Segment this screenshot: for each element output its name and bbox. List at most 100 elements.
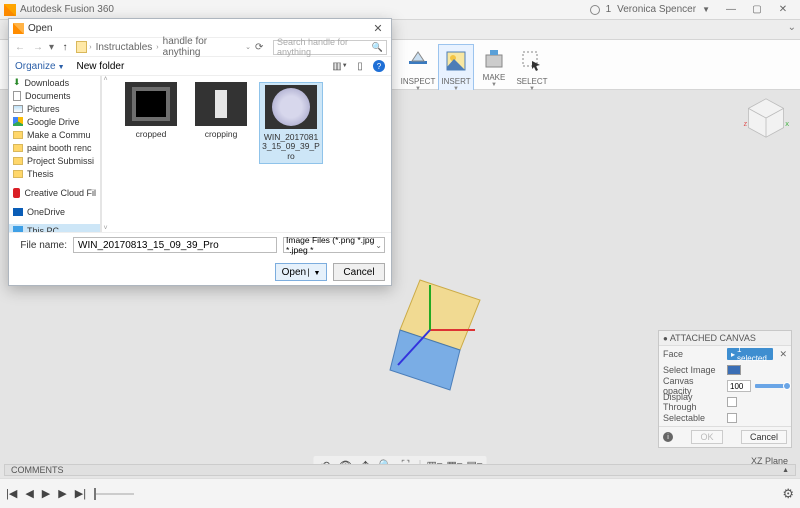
timeline-playhead[interactable] [94, 488, 96, 500]
face-clear-button[interactable]: ✕ [779, 349, 787, 360]
display-through-label: Display Through [663, 392, 723, 412]
dialog-app-icon [13, 23, 24, 34]
sidebar-item-pictures[interactable]: Pictures [9, 102, 100, 115]
sidebar-item-creative-cloud-fil[interactable]: Creative Cloud Fil [9, 186, 100, 199]
user-name: Veronica Spencer [617, 4, 696, 15]
sidebar-item-this-pc[interactable]: This PC [9, 224, 100, 232]
display-through-checkbox[interactable] [727, 397, 737, 407]
sidebar-item-onedrive[interactable]: OneDrive [9, 205, 100, 218]
sidebar-item-downloads[interactable]: ⬇ Downloads [9, 76, 100, 89]
sidebar-item-google-drive[interactable]: Google Drive [9, 115, 100, 128]
selectable-label: Selectable [663, 413, 723, 423]
undo-count-badge: 1 [606, 4, 612, 15]
dialog-titlebar[interactable]: Open ✕ [9, 19, 391, 37]
file-thumbnail [195, 82, 247, 126]
dialog-file-list[interactable]: cropped croppingWIN_20170813_15_09_39_Pro [109, 76, 391, 232]
sidebar-item-label: OneDrive [27, 207, 65, 217]
breadcrumb-2[interactable]: handle for anything [161, 36, 243, 58]
sidebar-item-make-a-commu[interactable]: Make a Commu [9, 128, 100, 141]
dialog-help-icon[interactable]: ? [373, 60, 385, 72]
breadcrumb-dropdown-icon[interactable]: ⌄ [245, 43, 251, 51]
timeline-prev-button[interactable]: ◀ [25, 487, 33, 500]
comments-label: COMMENTS [11, 465, 64, 475]
dialog-title: Open [28, 23, 52, 34]
attached-canvas-header[interactable]: ● ATTACHED CANVAS [659, 331, 791, 346]
folder-icon [13, 170, 23, 178]
view-mode-button[interactable]: ▥▼ [333, 59, 347, 73]
gdrive-icon [13, 117, 23, 126]
sidebar-item-label: Pictures [27, 104, 60, 114]
history-icon[interactable] [590, 5, 600, 15]
face-label: Face [663, 349, 723, 359]
pic-icon [13, 105, 23, 113]
window-close-button[interactable]: ✕ [770, 1, 796, 19]
sidebar-item-label: Make a Commu [27, 130, 91, 140]
window-minimize-button[interactable]: — [718, 1, 744, 19]
user-menu-caret-icon[interactable]: ▼ [702, 5, 710, 14]
nav-up-button[interactable]: ↑ [58, 42, 72, 53]
sidebar-item-project-submissi[interactable]: Project Submissi [9, 154, 100, 167]
dialog-open-button[interactable]: Open▏▼ [275, 263, 327, 281]
timeline-next-button[interactable]: ▶ [58, 487, 66, 500]
timeline-settings-icon[interactable]: ⚙ [782, 486, 794, 502]
sidebar-item-paint-booth-renc[interactable]: paint booth renc [9, 141, 100, 154]
attached-canvas-title: ATTACHED CANVAS [670, 333, 756, 343]
nav-back-button[interactable]: ← [13, 42, 27, 53]
nav-history-dropdown[interactable]: ▾ [49, 42, 54, 53]
dialog-cancel-button[interactable]: Cancel [333, 263, 385, 281]
opacity-slider[interactable] [755, 384, 787, 388]
window-maximize-button[interactable]: ▢ [744, 1, 770, 19]
selectable-checkbox[interactable] [727, 413, 737, 423]
attached-canvas-row-display-through: Display Through [659, 394, 791, 410]
inspect-icon [404, 47, 432, 75]
ribbon-expand-icon[interactable]: ⌄ [788, 22, 796, 33]
new-folder-button[interactable]: New folder [77, 61, 125, 72]
viewcube[interactable]: Z X [742, 94, 790, 142]
download-icon: ⬇ [13, 77, 21, 88]
file-tile[interactable]: WIN_20170813_15_09_39_Pro [259, 82, 323, 164]
file-tile[interactable]: cropping [189, 82, 253, 139]
timeline-play-button[interactable]: ▶ [42, 487, 50, 500]
file-name-label: cropped [119, 130, 183, 139]
timeline-first-button[interactable]: |◀ [6, 487, 17, 500]
comments-bar[interactable]: COMMENTS ▲ [4, 464, 796, 476]
nav-forward-button[interactable]: → [31, 42, 45, 53]
organize-menu[interactable]: Organize▼ [15, 61, 65, 72]
attached-canvas-panel: ● ATTACHED CANVAS Face ▸1 selected ✕ Sel… [658, 330, 792, 448]
sidebar-scrollbar[interactable]: ˄˅ [101, 76, 109, 232]
timeline-track[interactable] [94, 493, 134, 495]
opacity-input[interactable] [727, 380, 751, 392]
timeline-last-button[interactable]: ▶| [75, 487, 86, 500]
file-tile[interactable]: cropped [119, 82, 183, 139]
face-selected-pill[interactable]: ▸1 selected [727, 348, 773, 360]
sidebar-item-documents[interactable]: Documents [9, 89, 100, 102]
panel-info-icon[interactable]: i [663, 432, 673, 442]
filetype-dropdown[interactable]: Image Files (*.png *.jpg *.jpeg *⌄ [283, 237, 385, 253]
panel-collapse-icon[interactable]: ● [663, 334, 668, 343]
attached-canvas-cancel-button[interactable]: Cancel [741, 430, 787, 444]
doc-icon [13, 91, 21, 101]
search-placeholder: Search handle for anything [277, 37, 368, 57]
filename-input[interactable] [73, 237, 277, 253]
file-open-dialog: Open ✕ ← → ▾ ↑ › Instructables › handle … [8, 18, 392, 286]
sidebar-item-label: Downloads [25, 78, 70, 88]
comments-expand-icon[interactable]: ▲ [782, 467, 789, 474]
attached-canvas-ok-button[interactable]: OK [691, 430, 722, 444]
select-image-button[interactable] [727, 365, 741, 375]
sidebar-item-thesis[interactable]: Thesis [9, 167, 100, 180]
dialog-navbar: ← → ▾ ↑ › Instructables › handle for any… [9, 37, 391, 57]
nav-refresh-button[interactable]: ⟳ [255, 42, 269, 53]
folder-icon [13, 131, 23, 139]
dialog-close-button[interactable]: ✕ [369, 20, 387, 36]
user-area[interactable]: 1 Veronica Spencer ▼ [590, 4, 710, 15]
file-thumbnail [265, 85, 317, 129]
dialog-sidebar[interactable]: ⬇ DownloadsDocuments PicturesGoogle Drive M… [9, 76, 101, 232]
search-icon: 🔍 [372, 42, 383, 53]
preview-pane-button[interactable]: ▯ [353, 59, 367, 73]
breadcrumb-1[interactable]: Instructables [94, 42, 155, 53]
breadcrumb[interactable]: › Instructables › handle for anything ⌄ [76, 36, 251, 58]
dialog-search-input[interactable]: Search handle for anything 🔍 [273, 40, 387, 55]
folder-icon [13, 157, 23, 165]
opacity-slider-knob[interactable] [783, 382, 791, 390]
folder-icon [76, 41, 87, 53]
